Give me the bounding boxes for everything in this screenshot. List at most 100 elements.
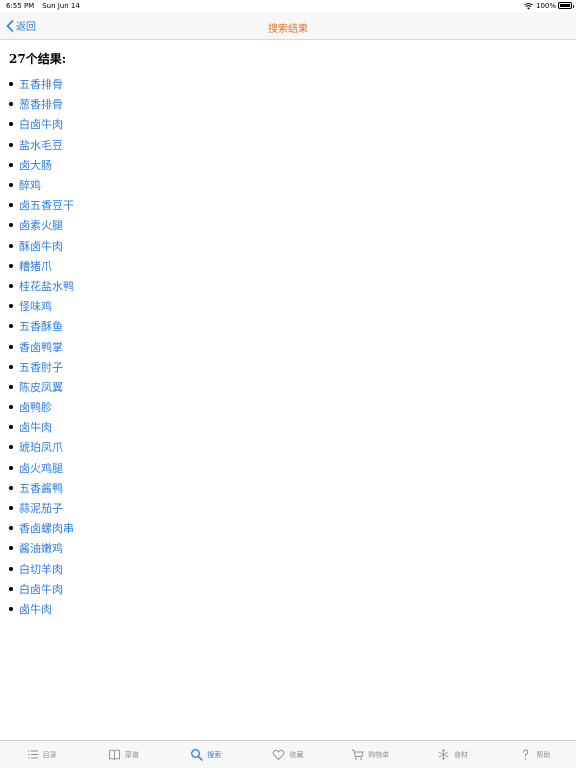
result-link[interactable]: 酥卤牛肉 [19,238,63,254]
wifi-icon [524,2,533,9]
result-link[interactable]: 卤火鸡腿 [19,460,63,476]
bullet-icon [9,263,13,268]
result-link[interactable]: 卤牛肉 [19,601,52,617]
navigation-bar: 返回 搜索结果 [0,12,576,40]
tab-label: 食材 [454,750,469,759]
tab-label: 收藏 [289,750,304,759]
bullet-icon [9,283,13,288]
bullet-icon [9,324,13,329]
result-link[interactable]: 琥珀凤爪 [19,439,63,455]
result-link[interactable]: 白卤牛肉 [19,581,63,597]
tab-heart[interactable]: 收藏 [247,741,329,768]
result-link[interactable]: 五香肘子 [19,359,63,375]
bullet-icon [9,243,13,248]
battery-level [560,4,570,7]
bullet-icon [9,122,13,127]
list-item: 盐水毛豆 [9,135,74,155]
list-item: 卤牛肉 [9,599,74,619]
list-item: 卤火鸡腿 [9,458,74,478]
result-link[interactable]: 蒜泥茄子 [19,500,63,516]
bullet-icon [9,162,13,167]
battery-icon [558,2,574,9]
tab-help[interactable]: 帮助 [494,741,576,768]
list-item: 五香肘子 [9,357,74,377]
result-link[interactable]: 白切羊肉 [19,561,63,577]
result-link[interactable]: 盐水毛豆 [19,137,63,153]
bullet-icon [9,445,13,450]
result-link[interactable]: 怪味鸡 [19,298,52,314]
result-link[interactable]: 卤五香豆干 [19,197,74,213]
result-link[interactable]: 糟猪爪 [19,258,52,274]
heart-icon [273,749,285,761]
bullet-icon [9,586,13,591]
tab-search[interactable]: 搜索 [165,741,247,768]
list-item: 醉鸡 [9,175,74,195]
bullet-icon [9,566,13,571]
bullet-icon [9,102,13,107]
list-item: 五香酱鸭 [9,478,74,498]
snowflake-icon [438,749,449,760]
page-title: 搜索结果 [268,24,308,35]
list-item: 卤牛肉 [9,417,74,437]
result-link[interactable]: 陈皮凤翼 [19,379,63,395]
bullet-icon [9,405,13,410]
tab-label: 搜索 [207,750,222,759]
tab-label: 购物单 [368,750,390,759]
bullet-icon [9,223,13,228]
list-item: 酥卤牛肉 [9,236,74,256]
cart-icon [352,749,364,760]
result-link[interactable]: 卤鸭胗 [19,399,52,415]
bullet-icon [9,506,13,511]
list-item: 琥珀凤爪 [9,437,74,457]
results-content: 27个结果: 五香排骨 葱香排骨 白卤牛肉 盐水毛豆 卤大肠 醉鸡 卤五香豆干 卤素火腿 酥卤牛… [0,40,576,740]
bullet-icon [9,465,13,470]
result-link[interactable]: 桂花盐水鸭 [19,278,74,294]
list-item: 葱香排骨 [9,94,74,114]
tab-cart[interactable]: 购物单 [329,741,411,768]
bullet-icon [9,425,13,430]
result-link[interactable]: 卤素火腿 [19,217,63,233]
list-item: 香卤鸭掌 [9,336,74,356]
tab-list[interactable]: 目录 [0,741,82,768]
list-item: 白卤牛肉 [9,114,74,134]
result-link[interactable]: 香卤鸭掌 [19,339,63,355]
result-link[interactable]: 五香酱鸭 [19,480,63,496]
result-link[interactable]: 卤牛肉 [19,419,52,435]
bullet-icon [9,203,13,208]
result-count: 27个结果: [9,52,67,66]
list-item: 五香酥鱼 [9,316,74,336]
bullet-icon [9,82,13,87]
result-link[interactable]: 五香排骨 [19,76,63,92]
help-icon [523,749,529,760]
bullet-icon [9,606,13,611]
bullet-icon [9,364,13,369]
status-time: 6:55 PM [6,2,35,10]
result-link[interactable]: 白卤牛肉 [19,116,63,132]
result-link[interactable]: 五香酥鱼 [19,318,63,334]
list-item: 陈皮凤翼 [9,377,74,397]
tab-book[interactable]: 菜谱 [82,741,164,768]
book-icon [108,749,120,761]
bullet-icon [9,526,13,531]
list-item: 卤五香豆干 [9,195,74,215]
bullet-icon [9,344,13,349]
list-item: 卤鸭胗 [9,397,74,417]
search-icon [191,749,203,761]
list-item: 酱油嫩鸡 [9,538,74,558]
bullet-icon [9,384,13,389]
status-date: Sun Jun 14 [42,2,80,10]
result-link[interactable]: 葱香排骨 [19,96,63,112]
tab-label: 菜谱 [124,750,139,759]
list-item: 蒜泥茄子 [9,498,74,518]
result-link[interactable]: 香卤螺肉串 [19,520,74,536]
result-link[interactable]: 酱油嫩鸡 [19,540,63,556]
list-item: 白卤牛肉 [9,579,74,599]
tab-snowflake[interactable]: 食材 [411,741,493,768]
list-item: 卤大肠 [9,155,74,175]
result-link[interactable]: 卤大肠 [19,157,52,173]
bullet-icon [9,142,13,147]
list-item: 香卤螺肉串 [9,518,74,538]
result-link[interactable]: 醉鸡 [19,177,41,193]
list-item: 五香排骨 [9,74,74,94]
bullet-icon [9,485,13,490]
